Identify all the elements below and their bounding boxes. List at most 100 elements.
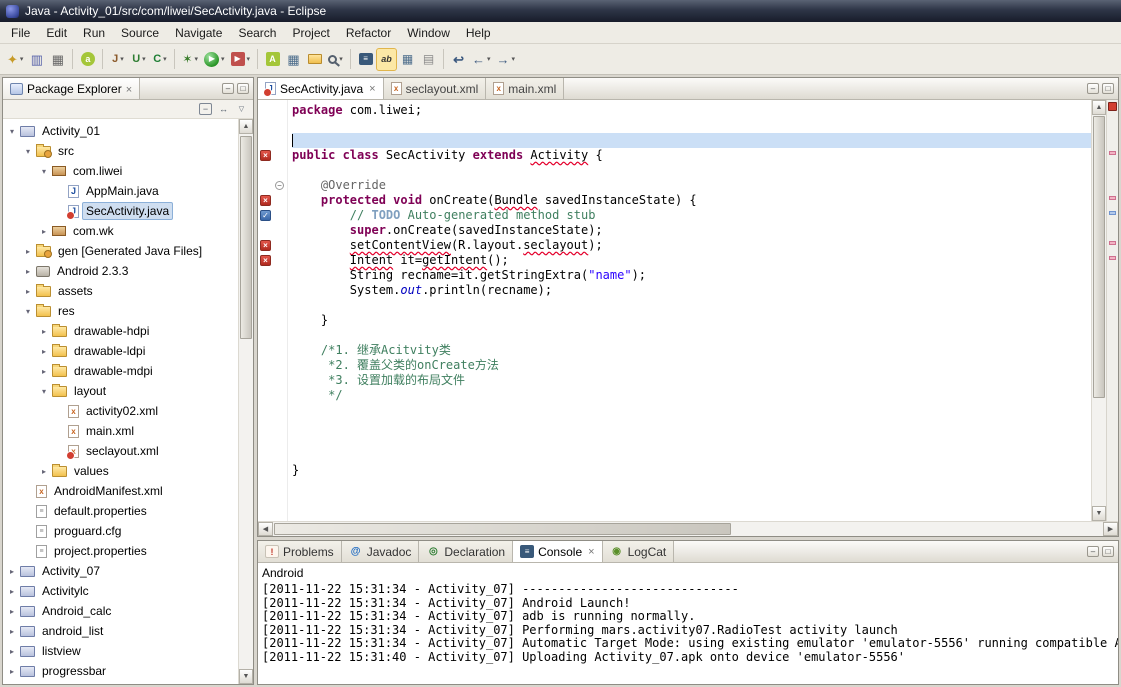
scroll-left-icon[interactable]: [258, 522, 273, 536]
twistie-icon[interactable]: ▸: [7, 667, 17, 676]
tree-item-main-xml[interactable]: xmain.xml: [3, 421, 253, 441]
tree-item-values[interactable]: ▸values: [3, 461, 253, 481]
menu-help[interactable]: Help: [458, 23, 499, 43]
menu-project[interactable]: Project: [284, 23, 337, 43]
scroll-down-icon[interactable]: [239, 669, 253, 684]
package-explorer-tab[interactable]: Package Explorer: [3, 78, 140, 99]
tree-item-appmain-java[interactable]: JAppMain.java: [3, 181, 253, 201]
tree-item-android-list[interactable]: ▸android_list: [3, 621, 253, 641]
error-indicator-icon[interactable]: [1108, 102, 1117, 111]
twistie-icon[interactable]: ▸: [23, 287, 33, 296]
error-marker-icon[interactable]: [260, 150, 271, 161]
console-tab-problems[interactable]: !Problems: [258, 541, 342, 562]
back-button[interactable]: ←▾: [469, 48, 494, 71]
tree-item-layout[interactable]: ▾layout: [3, 381, 253, 401]
debug-button[interactable]: ✶▾: [179, 48, 201, 71]
new-wizard-button[interactable]: ✦▾: [4, 48, 26, 71]
menu-search[interactable]: Search: [230, 23, 284, 43]
view-menu-icon[interactable]: [235, 103, 248, 115]
scroll-up-icon[interactable]: [1092, 100, 1106, 115]
scrollbar-track[interactable]: [239, 134, 253, 669]
tree-item-progressbar[interactable]: ▸progressbar: [3, 661, 253, 681]
twistie-icon[interactable]: ▾: [39, 167, 49, 176]
twistie-icon[interactable]: ▾: [39, 387, 49, 396]
scrollbar-thumb[interactable]: [240, 136, 252, 339]
editor-tab-secactivity-java[interactable]: JSecActivity.java×: [258, 78, 384, 99]
scroll-up-icon[interactable]: [239, 119, 253, 134]
menu-file[interactable]: File: [3, 23, 38, 43]
console-output[interactable]: Android [2011-11-22 15:31:34 - Activity_…: [258, 563, 1118, 684]
search-button[interactable]: ▾: [325, 48, 346, 71]
console-tab-javadoc[interactable]: @Javadoc: [342, 541, 420, 562]
code-editor[interactable]: package com.liwei;public class SecActivi…: [288, 100, 1091, 521]
error-overview-mark[interactable]: [1109, 241, 1116, 245]
run-button[interactable]: ▶▾: [201, 48, 228, 71]
tree-item-com-liwei[interactable]: ▾com.liwei: [3, 161, 253, 181]
minimize-icon[interactable]: [1087, 83, 1099, 94]
console-tab-logcat[interactable]: ◉LogCat: [603, 541, 675, 562]
twistie-icon[interactable]: ▾: [23, 307, 33, 316]
save-button[interactable]: ▥: [26, 48, 47, 71]
forward-button[interactable]: →▾: [494, 48, 519, 71]
twistie-icon[interactable]: ▸: [7, 587, 17, 596]
maximize-icon[interactable]: [1102, 546, 1114, 557]
editor-vertical-scrollbar[interactable]: [1091, 100, 1106, 521]
close-icon[interactable]: [126, 82, 132, 96]
tree-item-seclayout-xml[interactable]: xseclayout.xml: [3, 441, 253, 461]
last-edit-location-button[interactable]: ↩: [448, 48, 469, 71]
external-tools-button[interactable]: ▶▾: [228, 48, 254, 71]
tree-item-gen-generated-java-files[interactable]: ▸gen [Generated Java Files]: [3, 241, 253, 261]
tree-item-secactivity-java[interactable]: JSecActivity.java: [3, 201, 253, 221]
tree-item-com-wk[interactable]: ▸com.wk: [3, 221, 253, 241]
new-java-class-button[interactable]: C▾: [149, 48, 170, 71]
twistie-icon[interactable]: ▸: [39, 367, 49, 376]
menu-edit[interactable]: Edit: [38, 23, 75, 43]
menu-window[interactable]: Window: [399, 23, 458, 43]
new-junit-test-button[interactable]: U▾: [128, 48, 149, 71]
twistie-icon[interactable]: ▸: [7, 647, 17, 656]
tree-item-activity-01[interactable]: ▾Activity_01: [3, 121, 253, 141]
error-marker-icon[interactable]: [260, 195, 271, 206]
tree-item-project-properties[interactable]: ≡project.properties: [3, 541, 253, 561]
tree-item-android-calc[interactable]: ▸Android_calc: [3, 601, 253, 621]
tree-item-drawable-mdpi[interactable]: ▸drawable-mdpi: [3, 361, 253, 381]
twistie-icon[interactable]: ▸: [39, 467, 49, 476]
error-marker-icon[interactable]: [260, 255, 271, 266]
twistie-icon[interactable]: ▸: [39, 327, 49, 336]
android-virtual-device-manager-button[interactable]: ▦: [283, 48, 304, 71]
scrollbar-track[interactable]: [273, 522, 1103, 536]
twistie-icon[interactable]: ▸: [23, 247, 33, 256]
new-java-project-button[interactable]: J▾: [107, 48, 128, 71]
editor-tab-main-xml[interactable]: xmain.xml: [486, 78, 564, 99]
twistie-icon[interactable]: ▾: [7, 127, 17, 136]
close-icon[interactable]: ×: [369, 83, 375, 95]
tree-vertical-scrollbar[interactable]: [238, 119, 253, 684]
tree-item-default-properties[interactable]: ≡default.properties: [3, 501, 253, 521]
show-whitespace-button[interactable]: ▤: [418, 48, 439, 71]
tree-item-listview[interactable]: ▸listview: [3, 641, 253, 661]
twistie-icon[interactable]: ▸: [23, 267, 33, 276]
tree-item-androidmanifest-xml[interactable]: xAndroidManifest.xml: [3, 481, 253, 501]
link-with-editor-icon[interactable]: [217, 103, 230, 115]
task-marker-icon[interactable]: [260, 210, 271, 221]
editor-horizontal-scrollbar[interactable]: [258, 521, 1118, 536]
tree-item-activity-07[interactable]: ▸Activity_07: [3, 561, 253, 581]
maximize-icon[interactable]: [237, 83, 249, 94]
menu-navigate[interactable]: Navigate: [167, 23, 230, 43]
twistie-icon[interactable]: ▸: [7, 607, 17, 616]
open-console-button[interactable]: ≡: [355, 48, 376, 71]
console-tab-declaration[interactable]: ◎Declaration: [419, 541, 513, 562]
tree-item-drawable-ldpi[interactable]: ▸drawable-ldpi: [3, 341, 253, 361]
menu-refactor[interactable]: Refactor: [338, 23, 399, 43]
menu-source[interactable]: Source: [113, 23, 167, 43]
twistie-icon[interactable]: ▸: [7, 567, 17, 576]
tree-item-proguard-cfg[interactable]: ≡proguard.cfg: [3, 521, 253, 541]
collapse-all-icon[interactable]: [199, 103, 212, 115]
editor-tab-seclayout-xml[interactable]: xseclayout.xml: [384, 78, 487, 99]
minimize-icon[interactable]: [1087, 546, 1099, 557]
task-overview-mark[interactable]: [1109, 211, 1116, 215]
tree-item-android-2-3-3[interactable]: ▸Android 2.3.3: [3, 261, 253, 281]
open-resource-button[interactable]: [304, 48, 325, 71]
twistie-icon[interactable]: ▸: [39, 227, 49, 236]
collapse-icon[interactable]: [275, 181, 284, 190]
